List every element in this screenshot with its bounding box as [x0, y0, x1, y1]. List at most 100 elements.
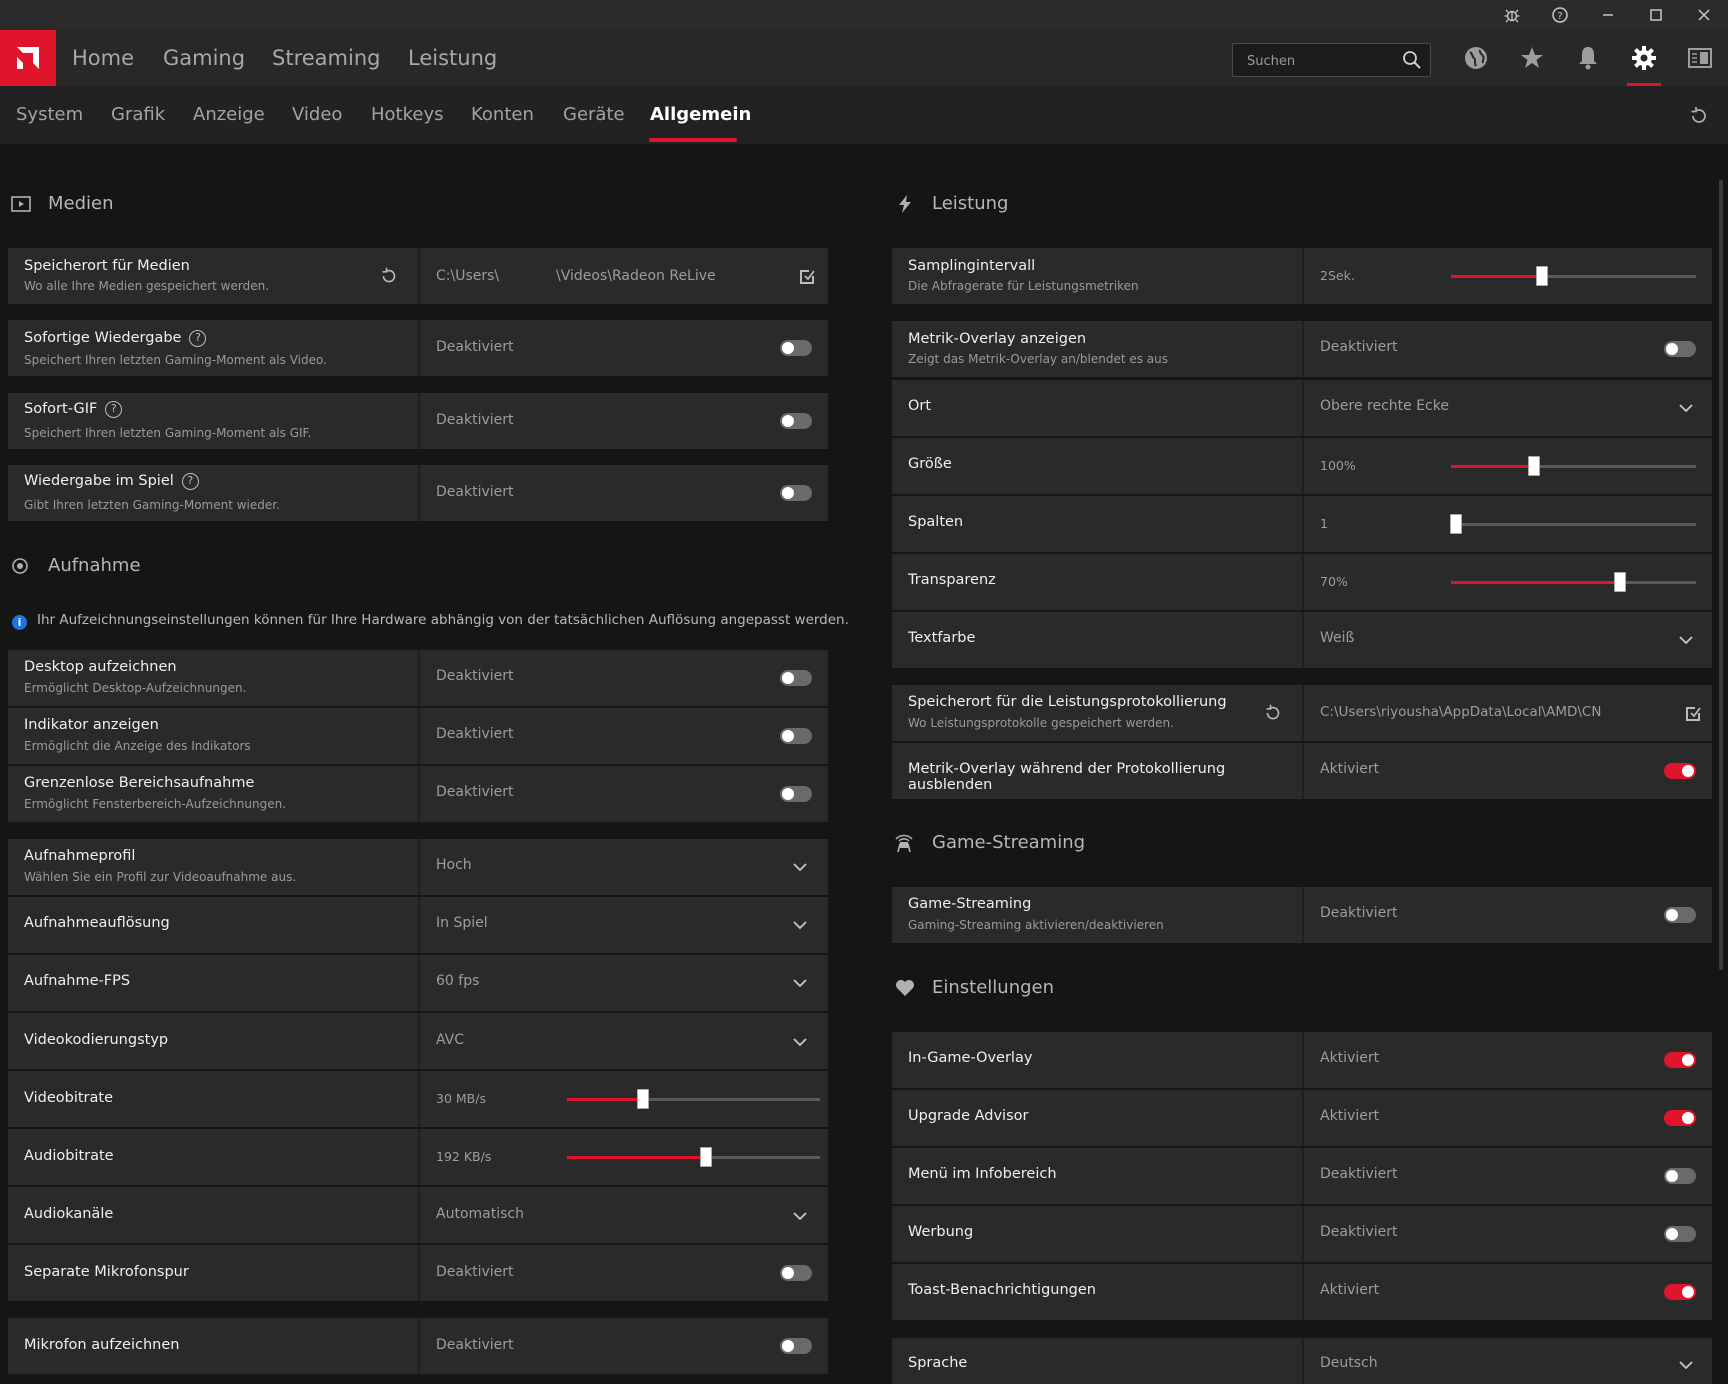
ingame-replay-toggle[interactable]	[780, 485, 812, 501]
setting-label: Upgrade Advisor	[908, 1108, 1029, 1124]
dropdown-value[interactable]: Hoch	[436, 857, 472, 873]
setting-row-overlay-size: Größe 100%	[892, 438, 1712, 494]
video-bitrate-slider[interactable]	[567, 1089, 820, 1109]
reset-icon[interactable]	[1263, 703, 1283, 723]
setting-row-recording-resolution[interactable]: Aufnahmeauflösung In Spiel	[8, 897, 828, 953]
advertising-toggle[interactable]	[1664, 1226, 1696, 1242]
subtab-system[interactable]: System	[16, 104, 83, 125]
metrics-overlay-toggle[interactable]	[1664, 341, 1696, 357]
record-mic-toggle[interactable]	[780, 1338, 812, 1354]
separate-mic-track-toggle[interactable]	[780, 1265, 812, 1281]
setting-row-video-encoding[interactable]: Videokodierungstyp AVC	[8, 1013, 828, 1069]
subtab-hotkeys[interactable]: Hotkeys	[371, 104, 444, 125]
subtab-konten[interactable]: Konten	[471, 104, 534, 125]
chevron-down-icon[interactable]	[792, 920, 808, 930]
section-title-einstellungen: Einstellungen	[932, 977, 1055, 998]
dropdown-value[interactable]: In Spiel	[436, 915, 488, 931]
search-input[interactable]	[1247, 51, 1397, 71]
setting-label: Metrik-Overlay anzeigen	[908, 331, 1087, 347]
setting-row-audio-channels[interactable]: Audiokanäle Automatisch	[8, 1187, 828, 1243]
star-icon[interactable]	[1517, 43, 1547, 73]
lightning-icon	[899, 195, 911, 213]
overlay-size-slider[interactable]	[1451, 456, 1696, 476]
amd-logo[interactable]	[0, 30, 56, 86]
bell-icon[interactable]	[1573, 43, 1603, 73]
subtab-grafik[interactable]: Grafik	[111, 104, 165, 125]
setting-row-overlay-position[interactable]: Ort Obere rechte Ecke	[892, 380, 1712, 436]
instant-gif-toggle[interactable]	[780, 413, 812, 429]
chevron-down-icon[interactable]	[792, 862, 808, 872]
dropdown-value[interactable]: Weiß	[1320, 630, 1354, 646]
help-icon[interactable]: ?	[189, 330, 207, 347]
reset-icon[interactable]	[379, 266, 399, 286]
subtab-allgemein[interactable]: Allgemein	[650, 104, 751, 125]
instant-replay-toggle[interactable]	[780, 340, 812, 356]
folder-select-icon[interactable]	[798, 267, 816, 285]
upgrade-advisor-toggle[interactable]	[1664, 1110, 1696, 1126]
globe-icon[interactable]	[1461, 43, 1491, 73]
chevron-down-icon[interactable]	[792, 978, 808, 988]
tray-menu-toggle[interactable]	[1664, 1168, 1696, 1184]
setting-row-language[interactable]: Sprache Deutsch	[892, 1338, 1712, 1384]
media-path-end: \Videos\Radeon ReLive	[556, 268, 716, 284]
setting-row-recording-profile[interactable]: Aufnahmeprofil Wählen Sie ein Profil zur…	[8, 839, 828, 895]
setting-row-text-color[interactable]: Textfarbe Weiß	[892, 612, 1712, 668]
help-icon[interactable]: ?	[1548, 3, 1572, 27]
audio-bitrate-slider[interactable]	[567, 1147, 820, 1167]
gear-icon[interactable]	[1629, 43, 1659, 73]
sampling-interval-slider[interactable]	[1451, 266, 1696, 286]
chevron-down-icon[interactable]	[1678, 403, 1694, 413]
reset-icon[interactable]	[1688, 105, 1710, 127]
desktop-record-toggle[interactable]	[780, 670, 812, 686]
chevron-down-icon[interactable]	[1678, 1360, 1694, 1370]
chevron-down-icon[interactable]	[1678, 635, 1694, 645]
dropdown-value[interactable]: Automatisch	[436, 1206, 524, 1222]
ingame-overlay-toggle[interactable]	[1664, 1052, 1696, 1068]
borderless-region-toggle[interactable]	[780, 786, 812, 802]
tab-home[interactable]: Home	[72, 44, 134, 72]
indicator-toggle[interactable]	[780, 728, 812, 744]
maximize-icon[interactable]	[1644, 3, 1668, 27]
setting-row-recording-fps[interactable]: Aufnahme-FPS 60 fps	[8, 955, 828, 1011]
subtab-anzeige[interactable]: Anzeige	[193, 104, 265, 125]
close-icon[interactable]	[1692, 3, 1716, 27]
setting-value: Deaktiviert	[436, 726, 514, 742]
toast-notifications-toggle[interactable]	[1664, 1284, 1696, 1300]
search-box[interactable]	[1232, 43, 1431, 77]
bug-report-icon[interactable]	[1500, 3, 1524, 27]
setting-row-video-bitrate: Videobitrate 30 MB/s	[8, 1071, 828, 1127]
help-icon[interactable]: ?	[105, 401, 123, 418]
chevron-down-icon[interactable]	[792, 1211, 808, 1221]
hide-overlay-logging-toggle[interactable]	[1664, 763, 1696, 779]
setting-label: Indikator anzeigen	[24, 717, 159, 733]
search-icon[interactable]	[1402, 50, 1422, 70]
dropdown-value[interactable]: Deutsch	[1320, 1355, 1378, 1371]
setting-description: Wählen Sie ein Profil zur Videoaufnahme …	[24, 870, 297, 884]
main-navigation: Home Gaming Streaming Leistung	[0, 30, 1728, 86]
tab-leistung[interactable]: Leistung	[408, 44, 497, 72]
overlay-transparency-slider[interactable]	[1451, 572, 1696, 592]
setting-label: Audiobitrate	[24, 1148, 114, 1164]
scrollbar[interactable]	[1719, 180, 1723, 970]
tab-streaming[interactable]: Streaming	[272, 44, 380, 72]
setting-row-instant-gif: Sofort-GIF? Speichert Ihren letzten Gami…	[8, 393, 828, 449]
minimize-icon[interactable]	[1596, 3, 1620, 27]
help-icon[interactable]: ?	[181, 473, 199, 490]
folder-select-icon[interactable]	[1684, 704, 1702, 722]
dropdown-value[interactable]: Obere rechte Ecke	[1320, 398, 1449, 414]
setting-label: Sofortige Wiedergabe?	[24, 330, 207, 347]
game-streaming-icon	[895, 834, 913, 853]
dropdown-value[interactable]: 60 fps	[436, 973, 479, 989]
game-streaming-toggle[interactable]	[1664, 907, 1696, 923]
window-titlebar: ?	[0, 0, 1728, 30]
subtab-geraete[interactable]: Geräte	[563, 104, 625, 125]
tab-gaming[interactable]: Gaming	[163, 44, 245, 72]
setting-description: Ermöglicht Fensterbereich-Aufzeichnungen…	[24, 797, 287, 811]
dropdown-value[interactable]: AVC	[436, 1032, 464, 1048]
setting-row-upgrade-advisor: Upgrade Advisor Aktiviert	[892, 1090, 1712, 1146]
chevron-down-icon[interactable]	[792, 1037, 808, 1047]
overlay-columns-slider[interactable]	[1449, 514, 1696, 534]
sidebar-panel-icon[interactable]	[1685, 43, 1715, 73]
subtab-video[interactable]: Video	[292, 104, 342, 125]
svg-text:?: ?	[1557, 11, 1562, 22]
